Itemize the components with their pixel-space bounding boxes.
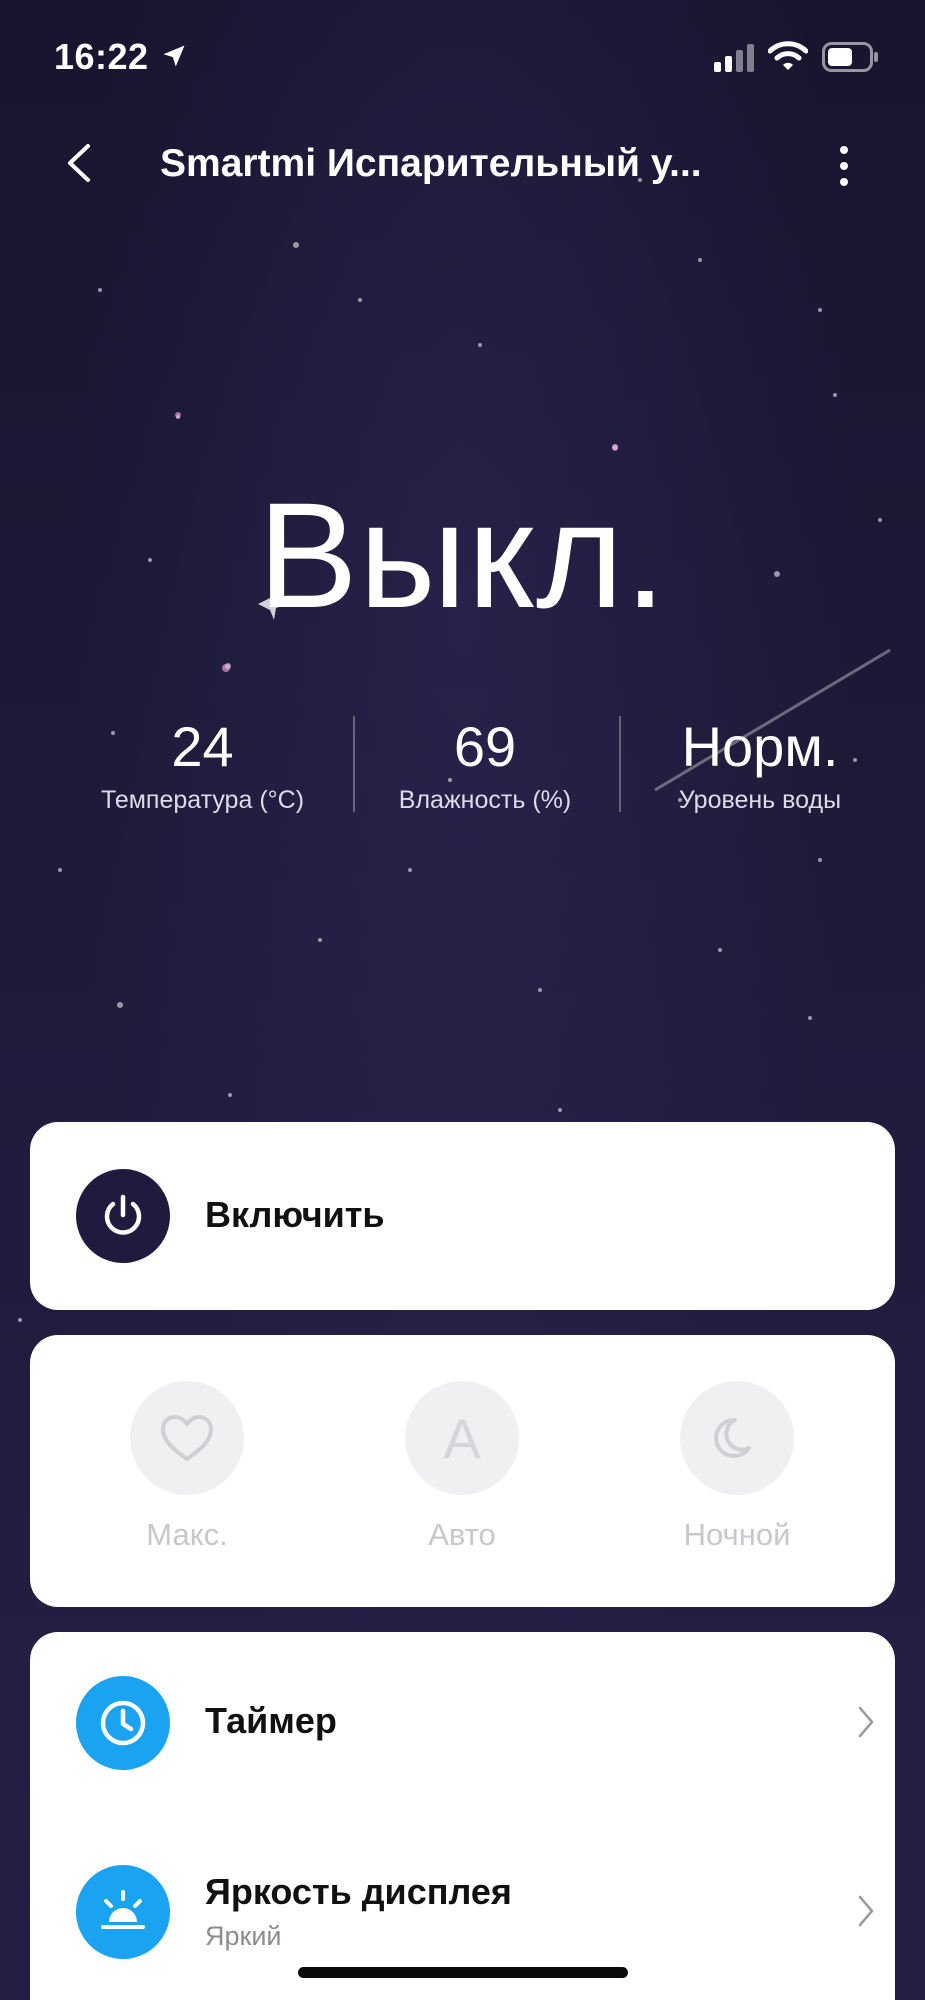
stat-value: 69 <box>453 715 517 778</box>
mode-night-button[interactable]: Ночной <box>647 1381 827 1553</box>
heart-icon[interactable] <box>130 1381 244 1495</box>
mode-label: Авто <box>428 1517 496 1552</box>
battery-icon <box>822 42 880 77</box>
more-vertical-icon[interactable] <box>826 140 862 192</box>
modes-card: Макс. A Авто Ночной <box>30 1335 895 1607</box>
location-arrow-icon <box>160 42 188 75</box>
mode-label: Ночной <box>683 1517 791 1552</box>
mode-label: Макс. <box>146 1517 228 1552</box>
stat-label: Влажность (%) <box>398 786 572 814</box>
setting-display-brightness[interactable]: Яркость дисплея Яркий <box>30 1837 895 1987</box>
settings-card: Таймер Яркость дисплея Яркий <box>30 1632 895 2000</box>
mode-auto-button[interactable]: A Авто <box>372 1381 552 1553</box>
mode-glyph: A <box>443 1406 481 1470</box>
chevron-left-icon[interactable] <box>60 138 100 188</box>
cellular-signal-icon <box>714 44 756 77</box>
status-bar: 16:22 <box>0 0 925 118</box>
stat-temperature: 24 Температура (°C) <box>60 712 345 815</box>
status-time: 16:22 <box>54 36 149 77</box>
stat-humidity: 69 Влажность (%) <box>350 712 620 815</box>
stat-divider <box>619 716 621 812</box>
home-indicator[interactable] <box>298 1967 628 1978</box>
stats-row: 24 Температура (°C) 69 Влажность (%) Нор… <box>60 712 860 822</box>
power-card[interactable]: Включить <box>30 1122 895 1310</box>
chevron-right-icon <box>856 1704 876 1740</box>
sunrise-icon <box>76 1865 170 1959</box>
power-state-text: Выкл. <box>257 471 668 639</box>
moon-icon[interactable] <box>680 1381 794 1495</box>
mode-max-button[interactable]: Макс. <box>97 1381 277 1553</box>
clock-icon <box>76 1676 170 1770</box>
setting-subtitle: Яркий <box>205 1921 282 1951</box>
stat-label: Температура (°C) <box>100 786 305 814</box>
power-button-label[interactable]: Включить <box>205 1194 385 1236</box>
stat-value: 24 <box>171 715 234 778</box>
stat-label: Уровень воды <box>678 786 842 814</box>
setting-timer[interactable]: Таймер <box>30 1648 895 1798</box>
letter-a-icon[interactable]: A <box>405 1381 519 1495</box>
power-icon[interactable] <box>76 1169 170 1263</box>
setting-title: Таймер <box>205 1700 337 1741</box>
stat-water-level: Норм. Уровень воды <box>630 712 890 815</box>
wifi-icon <box>767 40 809 77</box>
stat-value: Норм. <box>681 715 839 778</box>
chevron-right-icon <box>856 1893 876 1929</box>
setting-title: Яркость дисплея <box>205 1871 512 1912</box>
page-title: Smartmi Испарительный у... <box>160 142 702 185</box>
